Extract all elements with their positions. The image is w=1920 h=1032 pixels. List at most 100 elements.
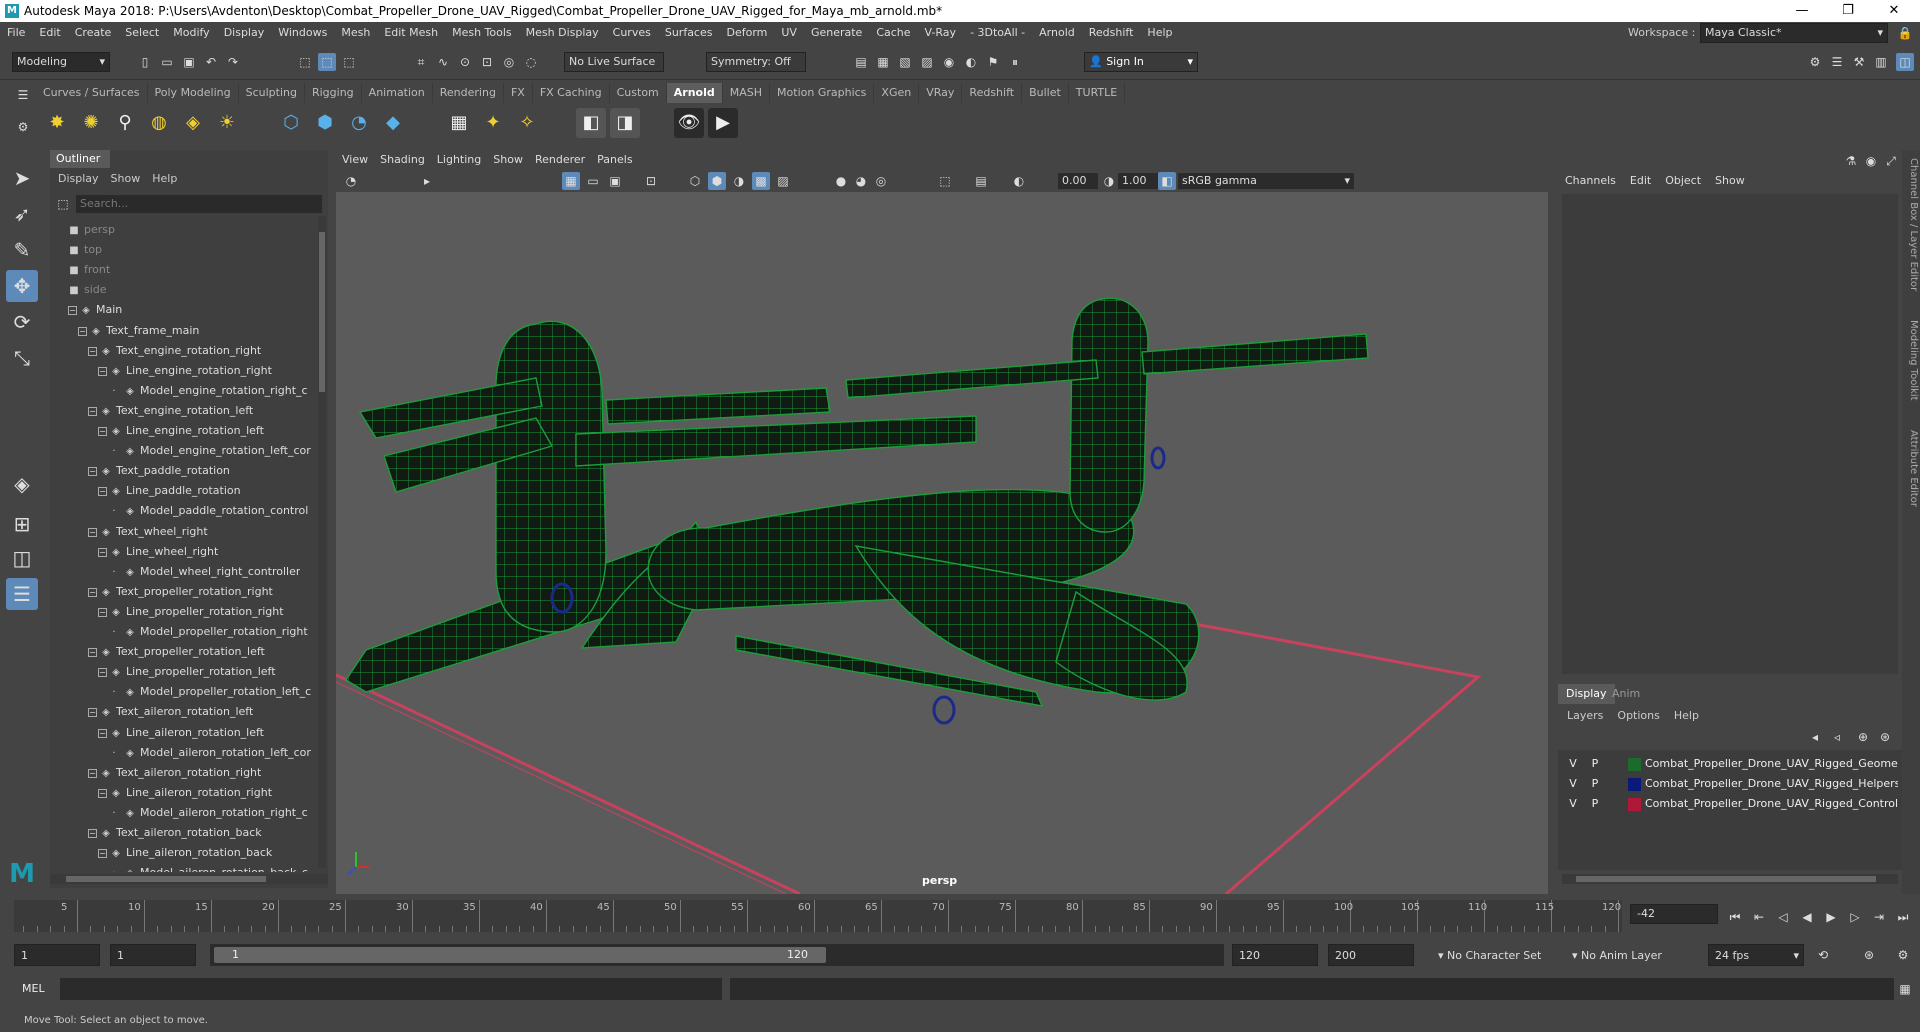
expand-toggle-icon[interactable]: − (88, 587, 97, 597)
expand-toggle-icon[interactable]: − (88, 648, 97, 658)
expand-toggle-icon[interactable]: − (98, 728, 107, 738)
snap-curve-icon[interactable]: ∿ (434, 53, 452, 71)
ipr-render-icon[interactable]: ▧ (896, 53, 914, 71)
exposure-icon[interactable]: ◐ (1010, 172, 1028, 190)
expand-toggle-icon[interactable]: − (88, 467, 97, 477)
menu-modify[interactable]: Modify (166, 22, 216, 44)
channel-settings-icon[interactable]: ◉ (1862, 152, 1880, 170)
fps-dropdown[interactable]: 24 fps ▾ (1708, 944, 1804, 966)
gamma-field[interactable]: 1.00 (1118, 173, 1158, 189)
layer-visibility-toggle[interactable]: V (1562, 754, 1584, 774)
symmetry-dropdown[interactable]: Symmetry: Off (706, 52, 806, 72)
outliner-row[interactable]: · ◈ Model_aileron_rotation_right_c (108, 803, 307, 823)
select-hierarchy-icon[interactable]: ⬚ (296, 53, 314, 71)
layer-row[interactable]: V P Combat_Propeller_Drone_UAV_Rigged_Geom… (1562, 754, 1898, 774)
outliner-scrollbar[interactable] (318, 216, 326, 868)
modeling-toolkit-tab[interactable]: Modeling Toolkit (1903, 320, 1919, 420)
safe-action-icon[interactable]: ⊡ (642, 172, 660, 190)
arnold-light-portal-icon[interactable]: ◈ (178, 108, 208, 138)
arnold-shader-ball-icon[interactable]: ◆ (378, 108, 408, 138)
layer-next-icon[interactable]: ◃ (1828, 728, 1846, 746)
anim-layer-dropdown[interactable]: ▾ No Anim Layer (1572, 948, 1692, 964)
arnold-flush-textures-icon[interactable]: ▦ (444, 108, 474, 138)
menu-edit-mesh[interactable]: Edit Mesh (377, 22, 445, 44)
outliner-row[interactable]: − ◈ Text_paddle_rotation (88, 461, 230, 481)
snap-surface-icon[interactable]: ◎ (500, 53, 518, 71)
layer-menu-options[interactable]: Options (1610, 706, 1666, 726)
outliner-row[interactable]: · ◈ Model_engine_rotation_right_c (108, 381, 307, 401)
menu-cache[interactable]: Cache (869, 22, 917, 44)
menu-v-ray[interactable]: V-Ray (918, 22, 964, 44)
expand-toggle-icon[interactable]: − (88, 829, 97, 838)
channel-expand-icon[interactable]: ⤢ (1882, 152, 1900, 170)
expand-toggle-icon[interactable]: − (88, 708, 97, 718)
expand-toggle-icon[interactable]: − (88, 768, 97, 778)
step-back-key-icon[interactable]: ⇤ (1750, 908, 1768, 926)
shelf-tab-animation[interactable]: Animation (362, 83, 433, 103)
two-view-icon[interactable]: ◫ (6, 542, 38, 574)
start-frame-field[interactable]: 1 (14, 944, 100, 966)
menu-uv[interactable]: UV (774, 22, 804, 44)
sign-in-button[interactable]: 👤 Sign In ▾ (1084, 52, 1198, 72)
shadows-icon[interactable]: ● (832, 172, 850, 190)
outliner-row[interactable]: − ◈ Text_aileron_rotation_right (88, 763, 261, 783)
shelf-settings-icon[interactable]: ⚙ (14, 118, 32, 136)
new-layer-selected-icon[interactable]: ⊛ (1876, 728, 1894, 746)
outliner-row[interactable]: ■ top (68, 240, 102, 260)
shelf-tab-redshift[interactable]: Redshift (962, 83, 1023, 103)
outliner-row[interactable]: − ◈ Line_aileron_rotation_left (98, 723, 264, 743)
channel-menu-channels[interactable]: Channels (1558, 170, 1623, 192)
move-tool-icon[interactable]: ✥ (6, 270, 38, 302)
viewport-menu-renderer[interactable]: Renderer (529, 150, 591, 170)
outliner-row[interactable]: − ◈ Text_engine_rotation_right (88, 341, 261, 361)
select-tool-icon[interactable]: ➤ (6, 162, 38, 194)
expand-toggle-icon[interactable]: − (88, 346, 97, 356)
camera-select-icon[interactable]: ◔ (342, 172, 360, 190)
mel-label[interactable]: MEL (22, 980, 45, 998)
attribute-editor-tab[interactable]: Attribute Editor (1903, 430, 1919, 530)
expand-toggle-icon[interactable]: − (98, 849, 107, 859)
layer-color-swatch[interactable] (1628, 777, 1641, 791)
motion-blur-icon[interactable]: ◎ (872, 172, 890, 190)
render-settings-icon[interactable]: ▨ (918, 53, 936, 71)
loop-icon[interactable]: ⟲ (1814, 946, 1832, 964)
minimize-button[interactable]: — (1780, 0, 1824, 22)
menu-deform[interactable]: Deform (719, 22, 774, 44)
channel-box-layer-editor-tab[interactable]: Channel Box / Layer Editor (1903, 158, 1919, 298)
outliner-row[interactable]: − ◈ Line_wheel_right (98, 542, 218, 562)
arnold-standin-icon[interactable]: ⬡ (276, 108, 306, 138)
four-view-icon[interactable]: ⊞ (6, 508, 38, 540)
outliner-row[interactable]: − ◈ Line_aileron_rotation_back (98, 843, 272, 863)
ambient-occlusion-icon[interactable]: ◕ (852, 172, 870, 190)
layer-scrollbar[interactable] (1562, 874, 1898, 884)
auto-key-icon[interactable]: ⊛ (1860, 946, 1878, 964)
layer-row[interactable]: V P Combat_Propeller_Drone_UAV_Rigged_Help… (1562, 774, 1898, 794)
shelf-tab-poly-modeling[interactable]: Poly Modeling (148, 83, 239, 103)
paint-select-tool-icon[interactable]: ✎ (6, 234, 38, 266)
shelf-tab-fx-caching[interactable]: FX Caching (533, 83, 610, 103)
outliner-menu-help[interactable]: Help (146, 170, 183, 188)
new-scene-icon[interactable]: ▯ (136, 53, 154, 71)
outliner-row[interactable]: − ◈ Line_aileron_rotation_right (98, 783, 272, 803)
range-slider-handle[interactable]: 1 120 (214, 947, 826, 963)
layout-icon[interactable]: ◫ (1896, 53, 1914, 71)
mode-dropdown[interactable]: Modeling ▾ (12, 52, 110, 72)
snap-grid-icon[interactable]: ⌗ (412, 53, 430, 71)
menu-select[interactable]: Select (118, 22, 166, 44)
outliner-row[interactable]: · ◈ Model_aileron_rotation_left_cor (108, 743, 310, 763)
arnold-photometric-light-icon[interactable]: ⚲ (110, 108, 140, 138)
outliner-row[interactable]: − ◈ Text_aileron_rotation_left (88, 702, 253, 722)
expand-toggle-icon[interactable]: − (98, 788, 107, 798)
layer-menu-layers[interactable]: Layers (1560, 706, 1610, 726)
expand-toggle-icon[interactable]: − (98, 607, 107, 617)
menu-3dtoall[interactable]: - 3DtoAll - (963, 22, 1032, 44)
menu-arnold[interactable]: Arnold (1032, 22, 1082, 44)
xray-joints-icon[interactable]: ▤ (972, 172, 990, 190)
outliner-row[interactable]: − ◈ Text_propeller_rotation_left (88, 642, 265, 662)
live-surface-field[interactable]: No Live Surface (564, 52, 664, 72)
arnold-ipr-icon[interactable]: ◨ (610, 108, 640, 138)
play-render-icon[interactable]: ▶ (708, 108, 738, 138)
layer-row[interactable]: V P Combat_Propeller_Drone_UAV_Rigged_Cont… (1562, 794, 1898, 814)
current-frame-field[interactable]: -42 (1630, 904, 1718, 924)
arnold-physical-sky-icon[interactable]: ☀ (212, 108, 242, 138)
